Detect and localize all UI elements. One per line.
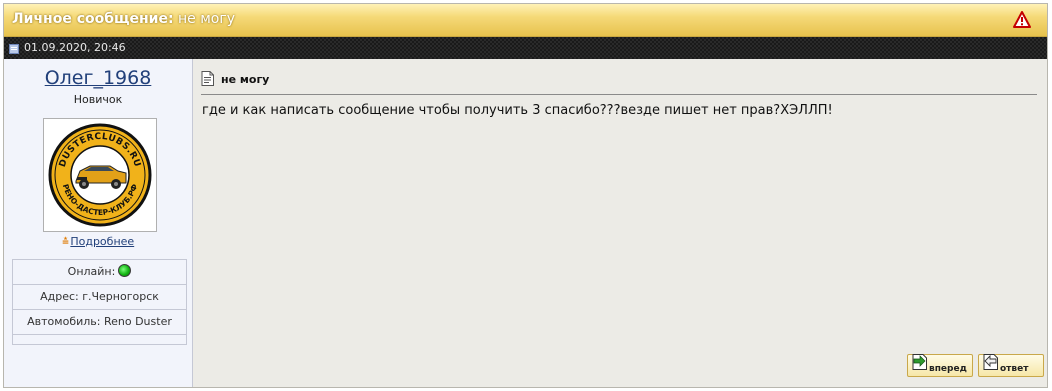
- post-icon: [9, 44, 19, 54]
- author-sidebar: Олег_1968 Новичок DUSTERCLUBS.RU РЕНО-ДА…: [4, 59, 193, 387]
- header-title-label: Личное сообщение:: [12, 11, 174, 27]
- double-chevron-down-icon: ≛: [61, 238, 70, 248]
- post-body: где и как написать сообщение чтобы получ…: [202, 103, 833, 118]
- online-status-icon: [118, 264, 132, 277]
- address-row: Адрес: г.Черногорск: [13, 285, 186, 310]
- online-label: Онлайн:: [67, 265, 116, 278]
- author-avatar[interactable]: DUSTERCLUBS.RU РЕНО-ДАСТЕР-КЛУБ.РФ: [43, 118, 157, 232]
- author-rank: Новичок: [73, 93, 123, 106]
- reply-label: ответ: [1000, 364, 1029, 374]
- more-info-label[interactable]: Подробнее: [70, 235, 134, 248]
- author-info-box: Онлайн: Адрес: г.Черногорск Автомобиль: …: [12, 259, 187, 345]
- document-icon: [201, 71, 214, 86]
- post-subject: не могу: [221, 73, 270, 86]
- forward-icon: [912, 354, 927, 370]
- car-row: Автомобиль: Reno Duster: [13, 310, 186, 335]
- post-datetime: 01.09.2020, 20:46: [24, 41, 126, 54]
- author-username-link[interactable]: Олег_1968: [4, 67, 192, 89]
- online-status-row: Онлайн:: [13, 260, 186, 285]
- forward-label: вперед: [929, 364, 967, 374]
- forward-button[interactable]: вперед: [907, 354, 973, 377]
- warning-triangle-icon[interactable]: [1013, 11, 1031, 29]
- message-header: Личное сообщение: не могу: [4, 4, 1047, 37]
- reply-icon: [983, 354, 998, 370]
- more-info-link[interactable]: ≛Подробнее: [4, 235, 192, 248]
- reply-button[interactable]: ответ: [978, 354, 1044, 377]
- header-title-subject: не могу: [178, 11, 236, 27]
- dusterclubs-logo: DUSTERCLUBS.RU РЕНО-ДАСТЕР-КЛУБ.РФ: [48, 123, 152, 227]
- empty-row: [13, 335, 186, 344]
- post-date-bar: 01.09.2020, 20:46: [4, 37, 1047, 59]
- header-title: Личное сообщение: не могу: [12, 11, 235, 27]
- private-message-panel: Личное сообщение: не могу 01.09.2020, 20…: [3, 3, 1048, 388]
- message-content: не могу где и как написать сообщение что…: [194, 59, 1047, 387]
- subject-divider: [201, 94, 1037, 95]
